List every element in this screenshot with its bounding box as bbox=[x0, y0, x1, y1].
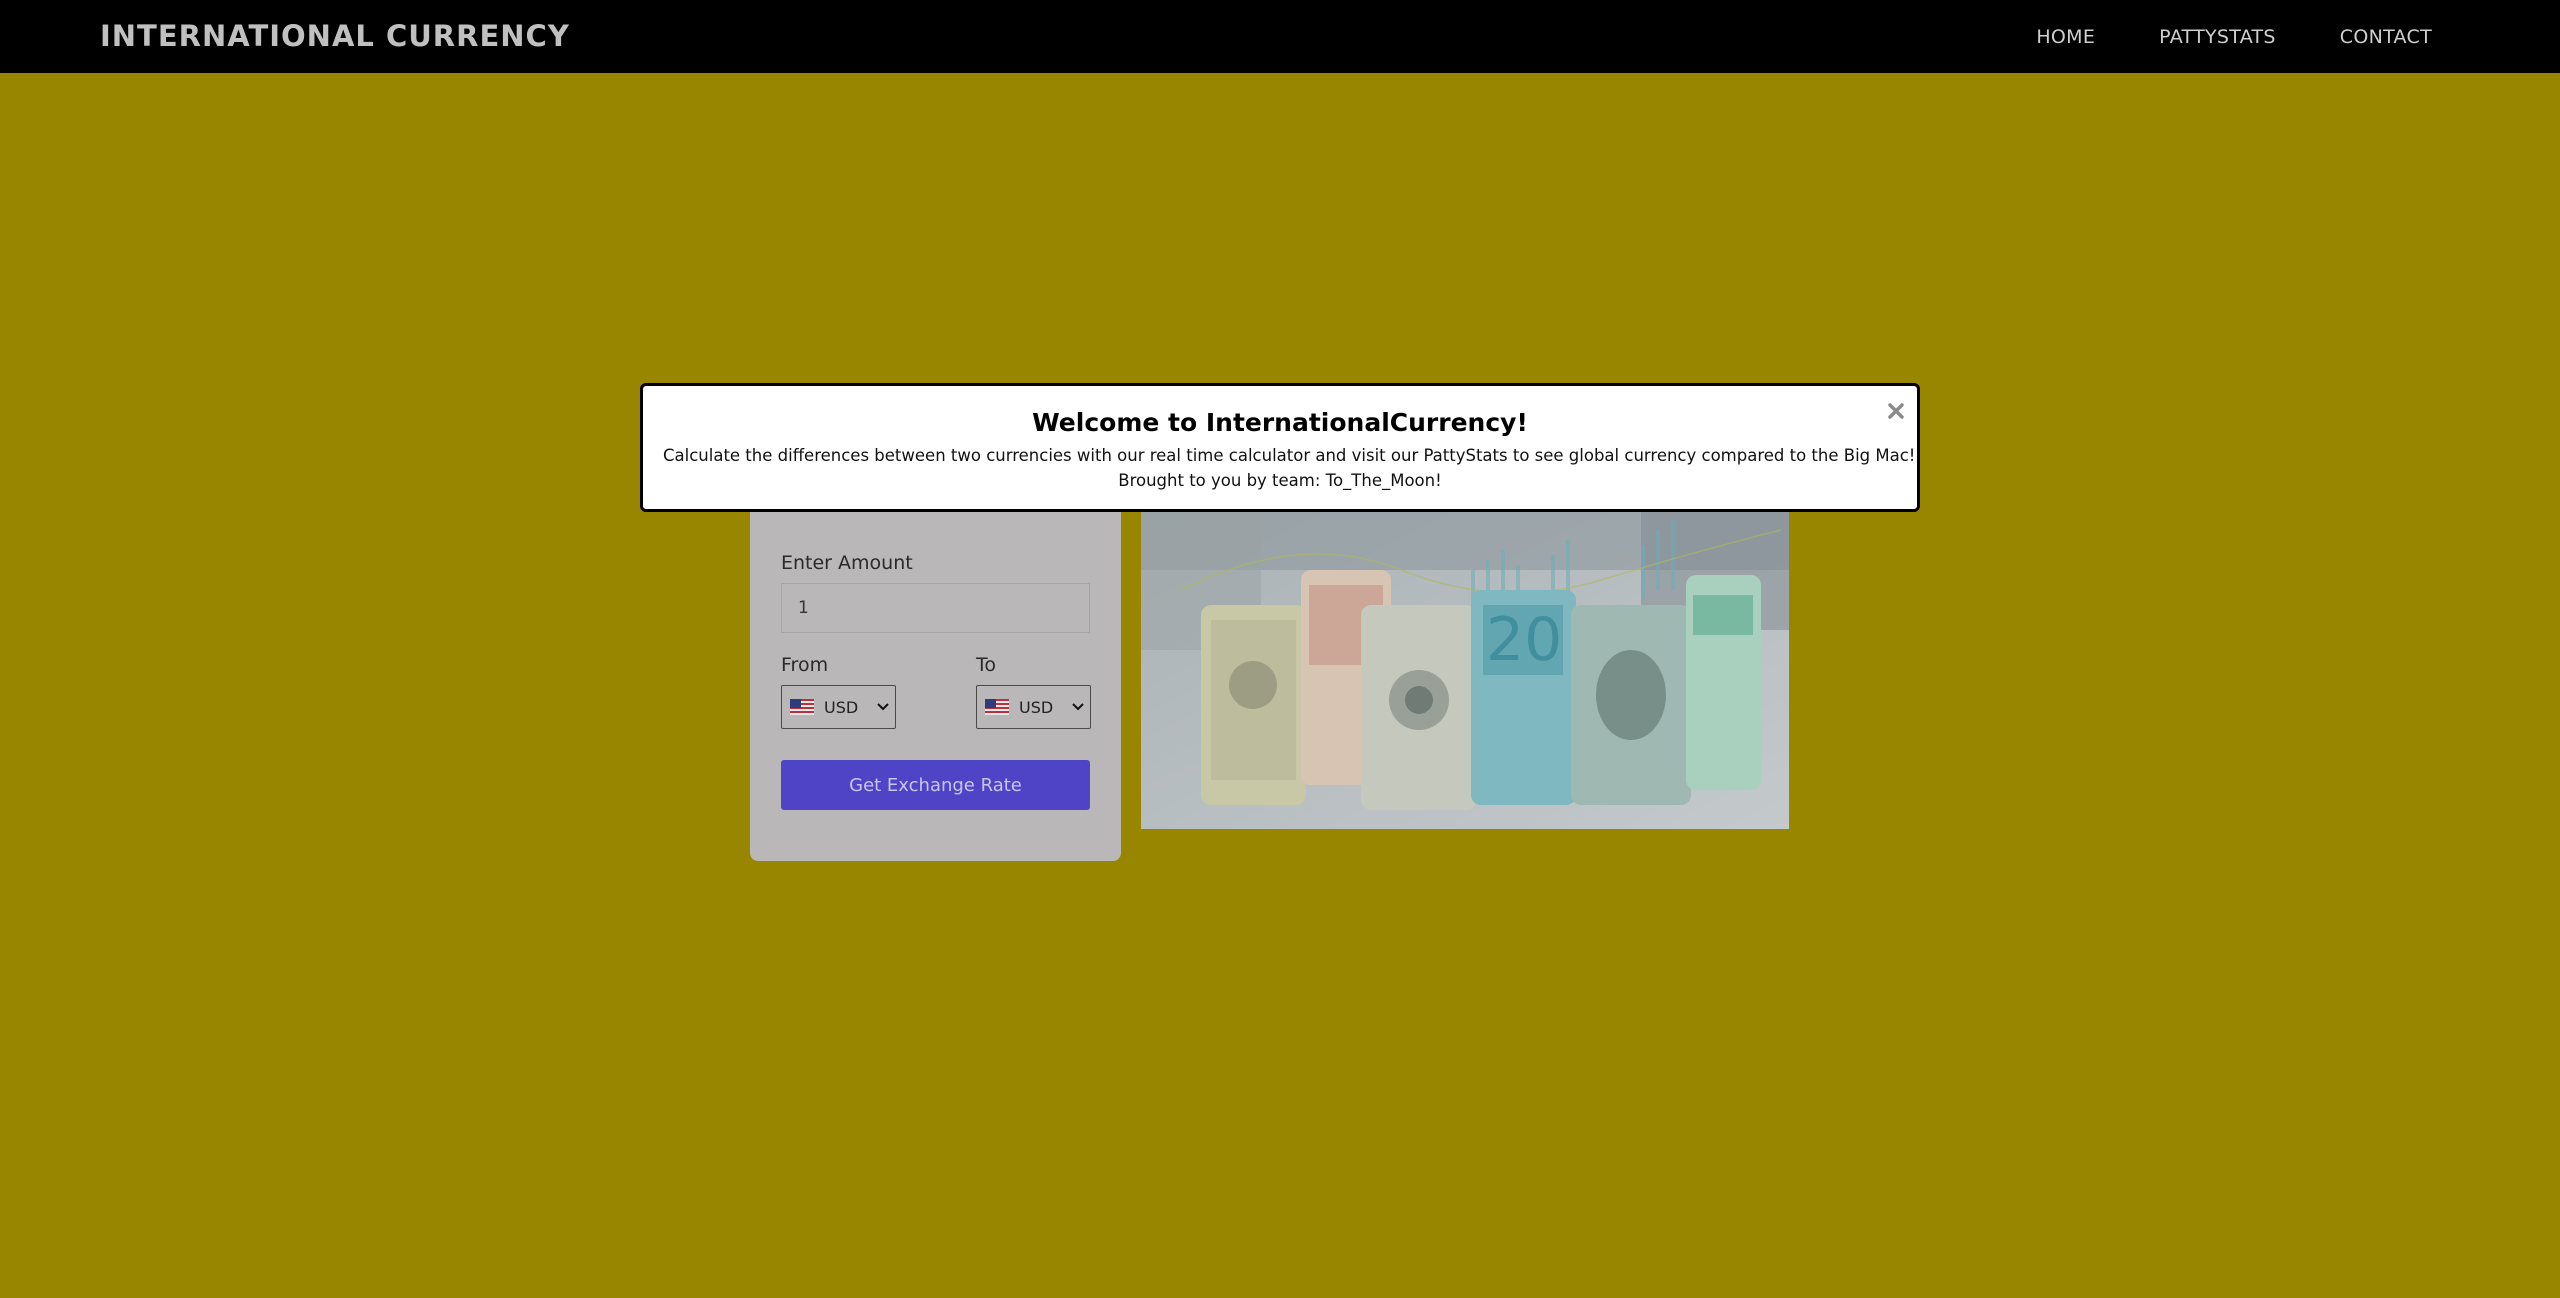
close-icon[interactable] bbox=[1885, 400, 1907, 422]
converter-card: Enter Amount From USD To USD G bbox=[750, 490, 1121, 861]
chevron-down-icon bbox=[877, 703, 889, 711]
modal-body: Calculate the differences between two cu… bbox=[663, 443, 1916, 493]
amount-label: Enter Amount bbox=[781, 552, 913, 574]
nav-home-link[interactable]: HOME bbox=[2036, 26, 2095, 48]
modal-credits: Brought to you by team: To_The_Moon! bbox=[1118, 471, 1442, 490]
to-currency-value: USD bbox=[1019, 697, 1054, 717]
banknote-illustration: 20 bbox=[1141, 510, 1789, 829]
from-currency-value: USD bbox=[824, 697, 859, 717]
to-currency-select[interactable]: USD bbox=[976, 685, 1091, 729]
svg-text:20: 20 bbox=[1486, 605, 1562, 675]
us-flag-icon bbox=[790, 699, 814, 715]
banknote-rolls-image: 20 bbox=[1141, 510, 1789, 829]
us-flag-icon bbox=[985, 699, 1009, 715]
to-label: To bbox=[976, 654, 997, 676]
nav-links: HOME PATTYSTATS CONTACT bbox=[2036, 0, 2432, 73]
from-label: From bbox=[781, 654, 829, 676]
from-currency-select[interactable]: USD bbox=[781, 685, 896, 729]
get-exchange-rate-button[interactable]: Get Exchange Rate bbox=[781, 760, 1090, 810]
chevron-down-icon bbox=[1072, 703, 1084, 711]
nav-contact-link[interactable]: CONTACT bbox=[2340, 26, 2432, 48]
nav-pattystats-link[interactable]: PATTYSTATS bbox=[2159, 26, 2276, 48]
top-navbar: INTERNATIONAL CURRENCY HOME PATTYSTATS C… bbox=[0, 0, 2560, 73]
amount-input[interactable] bbox=[781, 583, 1090, 633]
modal-description: Calculate the differences between two cu… bbox=[663, 446, 1916, 465]
site-brand[interactable]: INTERNATIONAL CURRENCY bbox=[100, 0, 570, 73]
modal-title: Welcome to InternationalCurrency! bbox=[1032, 408, 1528, 437]
welcome-modal: Welcome to InternationalCurrency! Calcul… bbox=[640, 383, 1920, 512]
